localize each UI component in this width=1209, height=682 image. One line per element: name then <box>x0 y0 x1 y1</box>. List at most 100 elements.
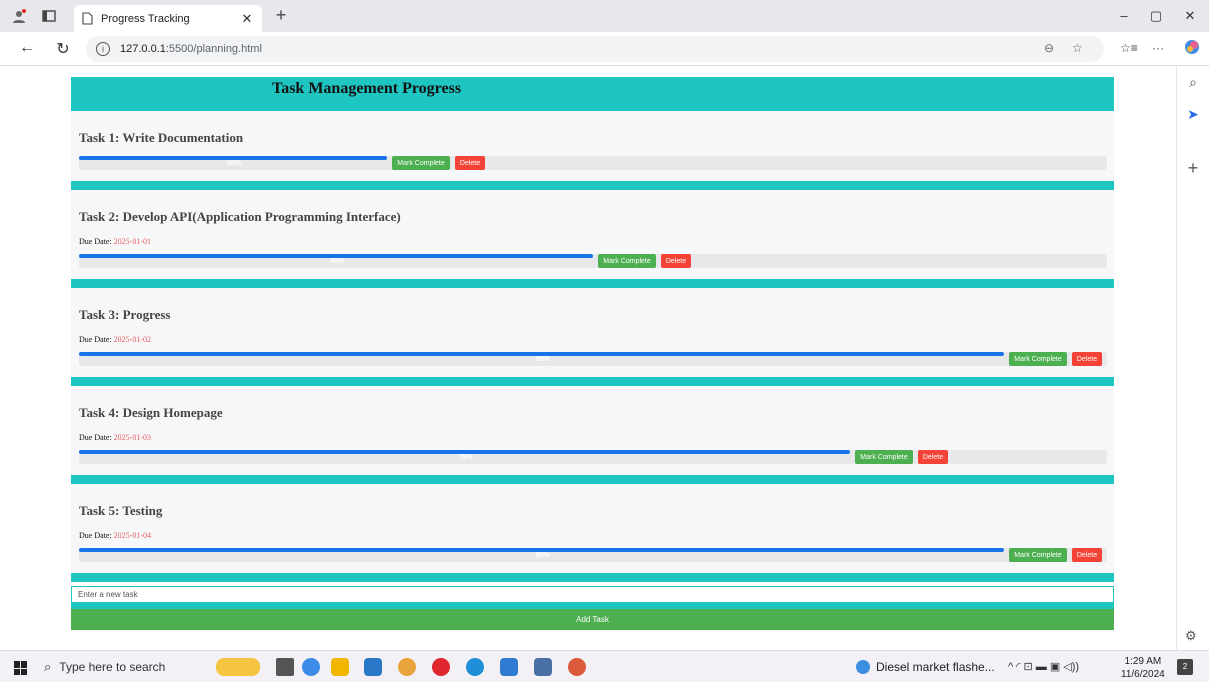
task-card: Task 5: Testing Due Date: 2025-01-04 90% Ma… <box>71 484 1114 573</box>
outlook-icon[interactable] <box>364 658 382 676</box>
search-icon[interactable]: ⌕ <box>1183 74 1203 91</box>
windows-taskbar: ⌕ Type here to search Diesel market flas… <box>0 650 1209 682</box>
settings-gear-icon[interactable]: ⚙ <box>1185 628 1197 644</box>
system-tray-icons[interactable]: ^ ◜ ⊡ ▬ ▣ ◁)) <box>1008 660 1079 673</box>
mark-complete-button[interactable]: Mark Complete <box>1009 548 1067 562</box>
mark-complete-button[interactable]: Mark Complete <box>1009 352 1067 366</box>
task-view-icon[interactable] <box>276 658 294 676</box>
progress-track: 90% Mark Complete Delete <box>79 352 1107 366</box>
task-card: Task 1: Write Documentation 30% Mark Compl… <box>71 111 1114 181</box>
profile-icon[interactable] <box>8 6 30 26</box>
due-date-label: Due Date: <box>79 335 112 344</box>
progress-percent: 90% <box>535 356 550 363</box>
task-separator <box>71 573 1114 582</box>
vscode-icon[interactable] <box>500 658 518 676</box>
due-date-label: Due Date: <box>79 433 112 442</box>
close-window-icon[interactable]: ✕ <box>1180 8 1200 24</box>
task-due-date: Due Date: 2025-01-04 <box>79 531 151 540</box>
search-placeholder: Type here to search <box>59 660 166 674</box>
site-info-icon[interactable]: i <box>96 42 110 56</box>
task-separator <box>71 377 1114 386</box>
task-card: Task 3: Progress Due Date: 2025-01-02 90% M… <box>71 288 1114 377</box>
restore-icon[interactable]: ▢ <box>1146 8 1166 24</box>
zoom-icon[interactable]: ⊖ <box>1044 41 1054 55</box>
address-bar[interactable]: i 127.0.0.1:5500/planning.html ⊖ ☆ <box>86 36 1104 62</box>
more-menu-icon[interactable]: ··· <box>1152 41 1164 55</box>
browser-tab-strip: Progress Tracking ✕ + – ▢ ✕ <box>0 0 1209 32</box>
progress-percent: 30% <box>227 160 242 167</box>
paint-icon[interactable] <box>568 658 586 676</box>
mark-complete-button[interactable]: Mark Complete <box>392 156 450 170</box>
task-app: Task Management Progress Task 1: Write D… <box>71 77 1114 582</box>
tab-title: Progress Tracking <box>101 12 190 25</box>
progress-percent: 75% <box>458 454 473 461</box>
copilot-taskbar-icon[interactable] <box>302 658 320 676</box>
chrome-icon[interactable] <box>398 658 416 676</box>
page-icon <box>82 12 93 25</box>
task-title: Task 1: Write Documentation <box>79 130 244 145</box>
new-task-input[interactable] <box>71 586 1114 603</box>
delete-button[interactable]: Delete <box>1072 548 1102 562</box>
add-sidebar-icon[interactable]: + <box>1183 158 1203 179</box>
task-title: Task 5: Testing <box>79 503 163 518</box>
delete-button[interactable]: Delete <box>455 156 485 170</box>
mark-complete-button[interactable]: Mark Complete <box>855 450 913 464</box>
address-bar-row: ← ↻ i 127.0.0.1:5500/planning.html ⊖ ☆ ☆… <box>0 32 1209 66</box>
favorite-star-icon[interactable]: ☆ <box>1072 41 1083 55</box>
tab-actions-icon[interactable] <box>38 6 60 26</box>
back-icon[interactable]: ← <box>16 39 38 57</box>
copilot-icon[interactable] <box>1184 39 1200 58</box>
task-title: Task 2: Develop API(Application Programm… <box>79 209 401 224</box>
task-title: Task 3: Progress <box>79 307 171 322</box>
new-tab-icon[interactable]: + <box>270 5 292 26</box>
app-header: Task Management Progress <box>71 77 1114 111</box>
task-card: Task 2: Develop API(Application Programm… <box>71 190 1114 279</box>
task-separator <box>71 181 1114 190</box>
opera-icon[interactable] <box>432 658 450 676</box>
delete-button[interactable]: Delete <box>661 254 691 268</box>
news-widget[interactable]: Diesel market flashe... <box>856 660 995 674</box>
task-due-date: Due Date: 2025-01-03 <box>79 433 151 442</box>
app-title: Task Management Progress <box>272 80 462 97</box>
due-date-label: Due Date: <box>79 237 112 246</box>
due-date-value: 2025-01-02 <box>113 335 151 344</box>
edge-icon[interactable] <box>466 658 484 676</box>
browser-tab[interactable]: Progress Tracking ✕ <box>74 5 262 32</box>
url-text[interactable]: 127.0.0.1:5500/planning.html <box>120 43 262 55</box>
task-title: Task 4: Design Homepage <box>79 405 223 420</box>
clock[interactable]: 1:29 AM 11/6/2024 <box>1121 655 1165 681</box>
progress-track: 75% Mark Complete Delete <box>79 450 1107 464</box>
task-separator <box>71 475 1114 484</box>
delete-button[interactable]: Delete <box>1072 352 1102 366</box>
progress-track: 90% Mark Complete Delete <box>79 548 1107 562</box>
minimize-icon[interactable]: – <box>1114 8 1134 23</box>
task-separator <box>71 279 1114 288</box>
task-due-date: Due Date: 2025-01-02 <box>79 335 151 344</box>
search-icon: ⌕ <box>44 659 52 674</box>
news-text: Diesel market flashe... <box>876 660 995 674</box>
close-tab-icon[interactable]: ✕ <box>240 11 254 27</box>
due-date-value: 2025-01-04 <box>113 531 151 540</box>
delete-button[interactable]: Delete <box>918 450 948 464</box>
due-date-value: 2025-01-03 <box>113 433 151 442</box>
taskbar-search[interactable]: ⌕ Type here to search <box>40 654 202 680</box>
send-icon[interactable]: ➤ <box>1183 106 1203 123</box>
task-card: Task 4: Design Homepage Due Date: 2025-01… <box>71 386 1114 475</box>
clock-time: 1:29 AM <box>1124 656 1162 667</box>
web-page: Task Management Progress Task 1: Write D… <box>0 66 1176 650</box>
edge-sidebar: ⌕ ➤ + <box>1176 66 1209 650</box>
due-date-value: 2025-01-01 <box>113 237 151 246</box>
news-icon <box>856 660 870 674</box>
mark-complete-button[interactable]: Mark Complete <box>598 254 656 268</box>
favorites-icon[interactable]: ☆≡ <box>1120 41 1138 55</box>
add-task-button[interactable]: Add Task <box>71 609 1114 630</box>
notification-badge[interactable]: 2 <box>1177 659 1193 675</box>
search-highlight-icon[interactable] <box>216 658 260 676</box>
file-explorer-icon[interactable] <box>331 658 349 676</box>
refresh-icon[interactable]: ↻ <box>52 39 74 59</box>
progress-track: 30% Mark Complete Delete <box>79 156 1107 170</box>
windows-start-icon[interactable] <box>14 661 28 675</box>
notepad-icon[interactable] <box>534 658 552 676</box>
task-due-date: Due Date: 2025-01-01 <box>79 237 151 246</box>
progress-percent: 50% <box>330 258 345 265</box>
